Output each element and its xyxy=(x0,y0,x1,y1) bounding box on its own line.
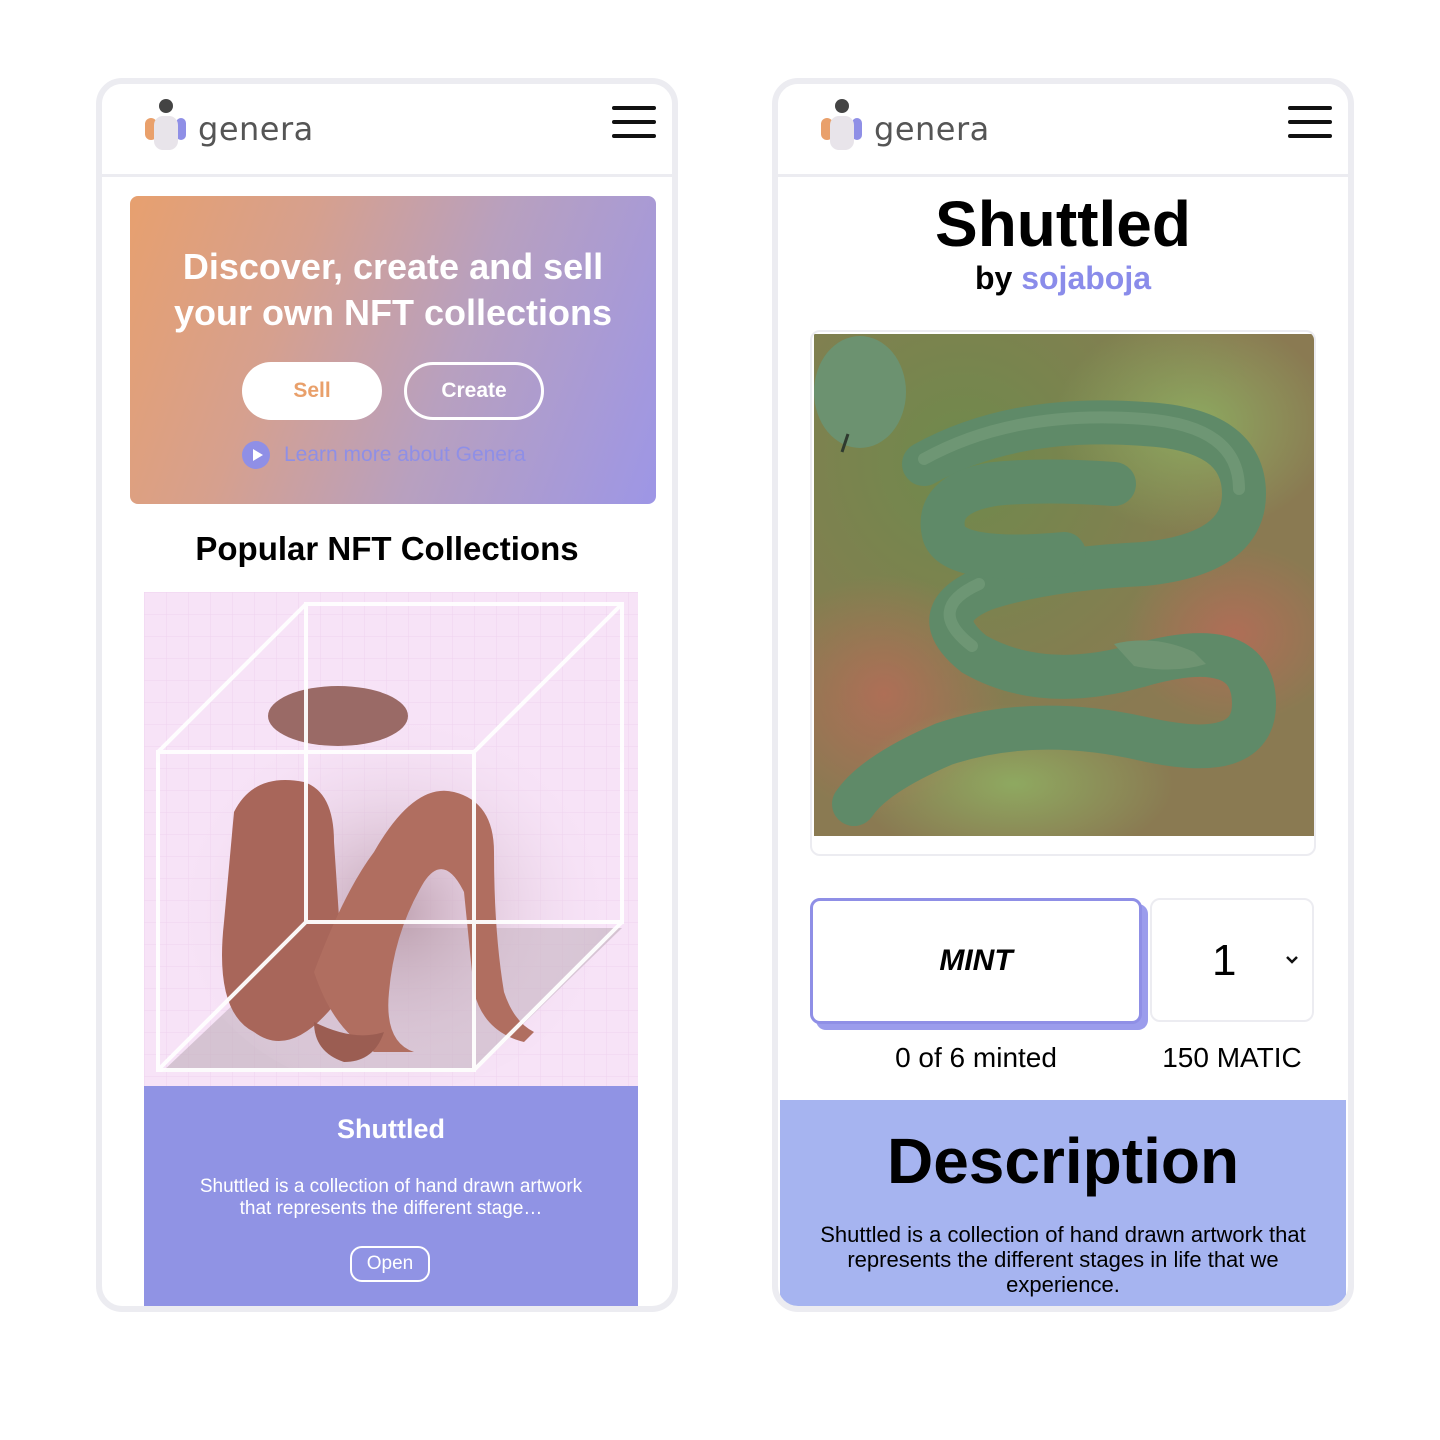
header: genera xyxy=(102,84,672,177)
price: 150 MATIC xyxy=(1162,1042,1302,1073)
by-prefix: by xyxy=(974,260,1013,296)
learn-more-label: Learn more about Genera xyxy=(284,443,526,466)
play-circle-icon xyxy=(242,441,270,469)
header: genera xyxy=(778,84,1348,177)
collection-description: Shuttled is a collection of hand drawn a… xyxy=(199,1176,583,1219)
home-screen: genera Discover, create and sell your ow… xyxy=(96,78,678,1312)
hero-title: Discover, create and sell your own NFT c… xyxy=(173,246,613,333)
genera-logo-icon xyxy=(145,99,186,150)
hero-banner: Discover, create and sell your own NFT c… xyxy=(130,196,656,504)
collection-artwork xyxy=(144,592,638,1086)
sell-button[interactable]: Sell xyxy=(242,362,382,420)
artist-credit: by sojaboja xyxy=(778,260,1348,297)
collection-title: Shuttled xyxy=(935,188,1191,260)
logo-text: genera xyxy=(874,110,990,148)
collection-title: Shuttled xyxy=(337,1114,445,1144)
section-title: Popular NFT Collections xyxy=(195,530,579,567)
logo[interactable]: genera xyxy=(816,98,1006,158)
collection-card-body: Shuttled Shuttled is a collection of han… xyxy=(144,1086,638,1306)
open-button[interactable]: Open xyxy=(350,1246,430,1282)
collection-artwork xyxy=(810,330,1316,856)
collection-detail-screen: genera Shuttled by sojaboja MINT 1 0 of … xyxy=(772,78,1354,1312)
create-button[interactable]: Create xyxy=(404,362,544,420)
learn-more-link[interactable]: Learn more about Genera xyxy=(242,440,526,470)
description-heading: Description xyxy=(886,1125,1240,1197)
minted-status: 0 of 6 minted xyxy=(895,1042,1057,1073)
mint-button[interactable]: MINT xyxy=(810,898,1142,1024)
genera-logo-icon xyxy=(821,99,862,150)
quantity-select[interactable]: 1 xyxy=(1150,898,1314,1022)
description-panel: Description Shuttled is a collection of … xyxy=(780,1100,1346,1306)
logo-text: genera xyxy=(198,110,314,148)
chevron-down-icon xyxy=(1286,956,1298,964)
hamburger-menu-icon[interactable] xyxy=(1288,106,1332,146)
logo[interactable]: genera xyxy=(140,98,330,158)
hamburger-menu-icon[interactable] xyxy=(612,106,656,146)
artist-link[interactable]: sojaboja xyxy=(1021,260,1151,296)
description-text: Shuttled is a collection of hand drawn a… xyxy=(820,1222,1306,1297)
quantity-value: 1 xyxy=(1212,936,1237,985)
collection-card[interactable]: Shuttled Shuttled is a collection of han… xyxy=(144,592,638,1306)
